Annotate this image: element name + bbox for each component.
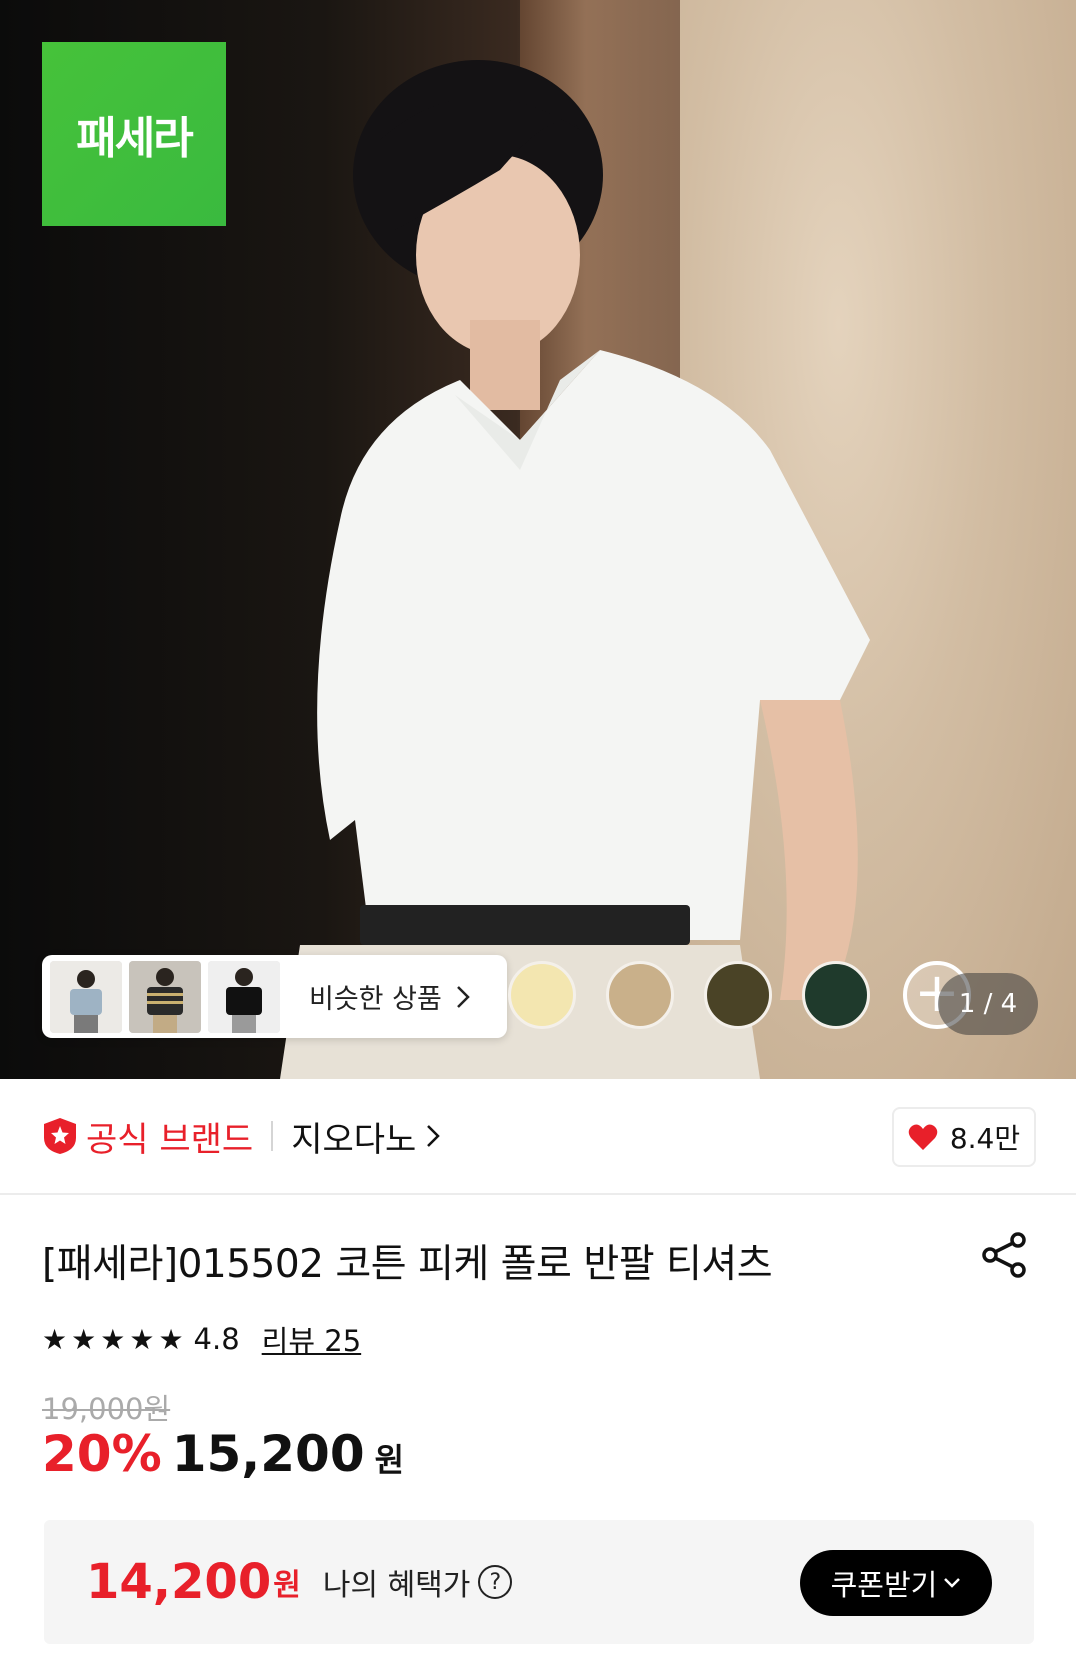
- product-image-carousel[interactable]: 패세라 비슷한 상품 + 1 / 4: [0, 0, 1076, 1079]
- similar-label: 비슷한 상품: [309, 977, 470, 1016]
- like-button[interactable]: 8.4만: [892, 1107, 1036, 1167]
- benefit-price: 14,200: [86, 1554, 272, 1610]
- official-brand-badge: 공식 브랜드: [42, 1112, 253, 1161]
- chevron-right-icon: [456, 985, 470, 1008]
- star-icon: ★: [71, 1322, 97, 1356]
- heart-icon: [908, 1124, 938, 1150]
- benefit-label: 나의 혜택가 ?: [323, 1560, 513, 1604]
- benefit-currency: 원: [273, 1568, 301, 1603]
- star-icon: ★: [158, 1322, 184, 1356]
- brand-name: 지오다노: [291, 1119, 417, 1160]
- rating-value: 4.8: [193, 1322, 240, 1356]
- rating-row: ★ ★ ★ ★ ★ 4.8 리뷰 25: [42, 1318, 361, 1360]
- coupon-button-label: 쿠폰받기: [830, 1568, 938, 1602]
- similar-products-button[interactable]: 비슷한 상품: [42, 955, 507, 1038]
- benefit-label-text: 나의 혜택가: [322, 1568, 471, 1603]
- similar-thumb-1: [50, 960, 122, 1033]
- like-count: 8.4만: [949, 1122, 1021, 1155]
- official-brand-label: 공식 브랜드: [86, 1119, 254, 1160]
- product-title: [패세라]015502 코튼 피케 폴로 반팔 티셔츠: [42, 1242, 773, 1287]
- original-price: 19,000원: [42, 1392, 171, 1426]
- color-swatch-beige[interactable]: [606, 961, 674, 1029]
- similar-thumb-3: [208, 960, 280, 1033]
- sale-price: 15,200: [171, 1425, 365, 1483]
- discount-rate: 20%: [42, 1425, 162, 1483]
- official-badge-icon: [44, 1118, 76, 1154]
- sale-price-row: 20% 15,200 원: [42, 1425, 404, 1483]
- coupon-button[interactable]: 쿠폰받기: [800, 1550, 992, 1616]
- color-swatch-green[interactable]: [802, 961, 870, 1029]
- brand-logo-text: 패세라: [76, 113, 193, 164]
- benefit-price-box: 14,200 원 나의 혜택가 ? 쿠폰받기: [44, 1520, 1034, 1644]
- brand-logo: 패세라: [42, 42, 226, 226]
- chevron-right-icon: [427, 1125, 441, 1147]
- similar-label-text: 비슷한 상품: [309, 984, 442, 1015]
- star-icon: ★: [129, 1322, 155, 1356]
- share-icon[interactable]: [980, 1230, 1030, 1280]
- color-swatch-olive[interactable]: [704, 961, 772, 1029]
- brand-link[interactable]: 지오다노: [291, 1112, 441, 1161]
- reviews-link[interactable]: 리뷰 25: [262, 1318, 361, 1360]
- divider: [271, 1121, 274, 1151]
- page-indicator: 1 / 4: [938, 973, 1038, 1035]
- star-icon: ★: [100, 1322, 126, 1356]
- chevron-down-icon: [944, 1578, 961, 1588]
- star-icon: ★: [42, 1322, 68, 1356]
- similar-thumb-2: [129, 960, 201, 1033]
- star-rating: ★ ★ ★ ★ ★: [42, 1323, 184, 1356]
- currency-unit: 원: [374, 1441, 405, 1479]
- brand-row: 공식 브랜드 지오다노 8.4만: [0, 1079, 1076, 1195]
- color-swatch-cream[interactable]: [508, 961, 576, 1029]
- help-icon[interactable]: ?: [478, 1565, 513, 1599]
